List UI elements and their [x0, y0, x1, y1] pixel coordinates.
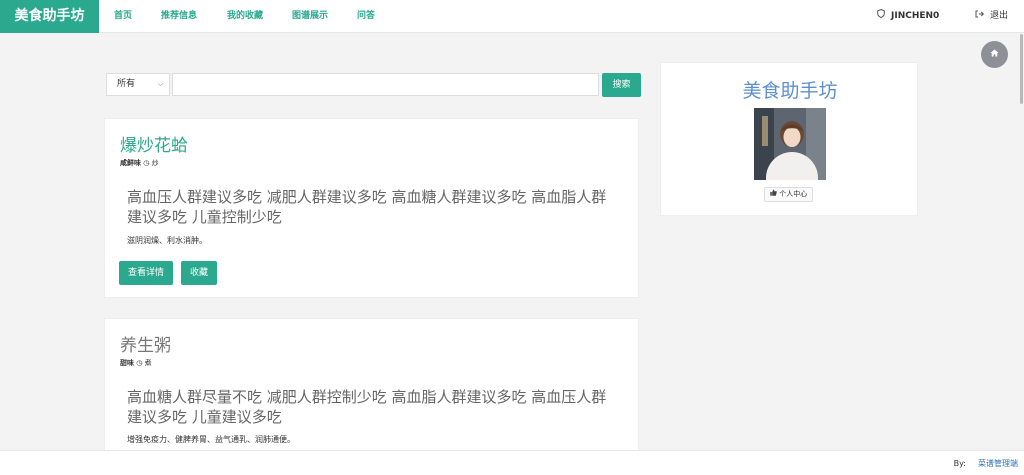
nav-graph[interactable]: 图谱展示: [292, 0, 328, 33]
scrollbar[interactable]: [1020, 0, 1024, 475]
search-button[interactable]: 搜索: [602, 73, 641, 97]
recipe-method: 煮: [144, 359, 152, 367]
home-button[interactable]: [981, 41, 1008, 68]
recipe-card: 爆炒花蛤 咸鲜味 ◷ 炒 高血压人群建议多吃 减肥人群建议多吃 高血糖人群建议多…: [104, 118, 639, 298]
home-icon: [990, 49, 999, 60]
clock-icon: ◷: [136, 359, 143, 367]
username-label: JINCHEN0: [891, 11, 940, 21]
recipe-description: 高血压人群建议多吃 减肥人群建议多吃 高血糖人群建议多吃 高血脂人群建议多吃 儿…: [127, 188, 607, 226]
recipe-method: 炒: [151, 159, 159, 167]
collect-button[interactable]: 收藏: [181, 261, 218, 285]
avatar: [754, 108, 826, 180]
top-navbar: 美食助手坊 首页 推荐信息 我的收藏 图谱展示 问答 JINCHEN0 退出: [0, 0, 1024, 33]
category-select[interactable]: 所有 ⌵: [106, 73, 170, 96]
profile-center-button[interactable]: 个人中心: [764, 187, 814, 202]
scrollbar-thumb[interactable]: [1020, 34, 1023, 104]
recipe-card: 养生粥 甜味 ◷ 煮 高血糖人群尽量不吃 减肥人群控制少吃 高血脂人群建议多吃 …: [104, 318, 639, 458]
profile-center-label: 个人中心: [779, 190, 808, 198]
thumbs-up-icon: [770, 189, 779, 198]
recipe-taste: 咸鲜味: [120, 159, 141, 167]
nav-recommend[interactable]: 推荐信息: [161, 0, 197, 33]
user-menu[interactable]: JINCHEN0: [877, 0, 939, 33]
footer-credit: By: 菜谱管理端: [954, 451, 1018, 475]
recipe-description: 高血糖人群尽量不吃 减肥人群控制少吃 高血脂人群建议多吃 高血压人群建议多吃 儿…: [127, 388, 607, 426]
category-selected-value: 所有: [117, 79, 136, 89]
recipe-meta: 甜味 ◷ 煮: [120, 358, 152, 368]
search-input[interactable]: [172, 73, 599, 96]
recipe-taste: 甜味: [120, 359, 134, 367]
logout-icon: [975, 0, 985, 33]
recipe-title[interactable]: 爆炒花蛤: [120, 131, 188, 156]
admin-link[interactable]: 菜谱管理端: [978, 459, 1018, 468]
recipe-meta: 咸鲜味 ◷ 炒: [120, 158, 159, 168]
brand-logo[interactable]: 美食助手坊: [0, 0, 99, 33]
nav-qa[interactable]: 问答: [357, 0, 375, 33]
recipe-effect: 滋阴润燥、利水消肿。: [127, 236, 207, 245]
sidebar-title: 美食助手坊: [742, 80, 838, 102]
shield-icon: [877, 0, 885, 33]
clock-icon: ◷: [143, 159, 150, 167]
footer-by-label: By:: [953, 459, 966, 468]
profile-panel: 美食助手坊 个人中心: [660, 62, 918, 216]
footer: By: 菜谱管理端: [0, 450, 1024, 475]
view-details-button[interactable]: 查看详情: [119, 261, 174, 285]
nav-favorites[interactable]: 我的收藏: [227, 0, 263, 33]
recipe-effect: 增强免疫力、健脾养胃、益气通乳、润肺通便。: [127, 435, 295, 444]
logout-link[interactable]: 退出: [975, 0, 1008, 33]
chevron-down-icon: ⌵: [157, 80, 163, 88]
logout-label: 退出: [990, 11, 1009, 21]
nav-home[interactable]: 首页: [114, 0, 132, 33]
recipe-title[interactable]: 养生粥: [120, 331, 171, 356]
